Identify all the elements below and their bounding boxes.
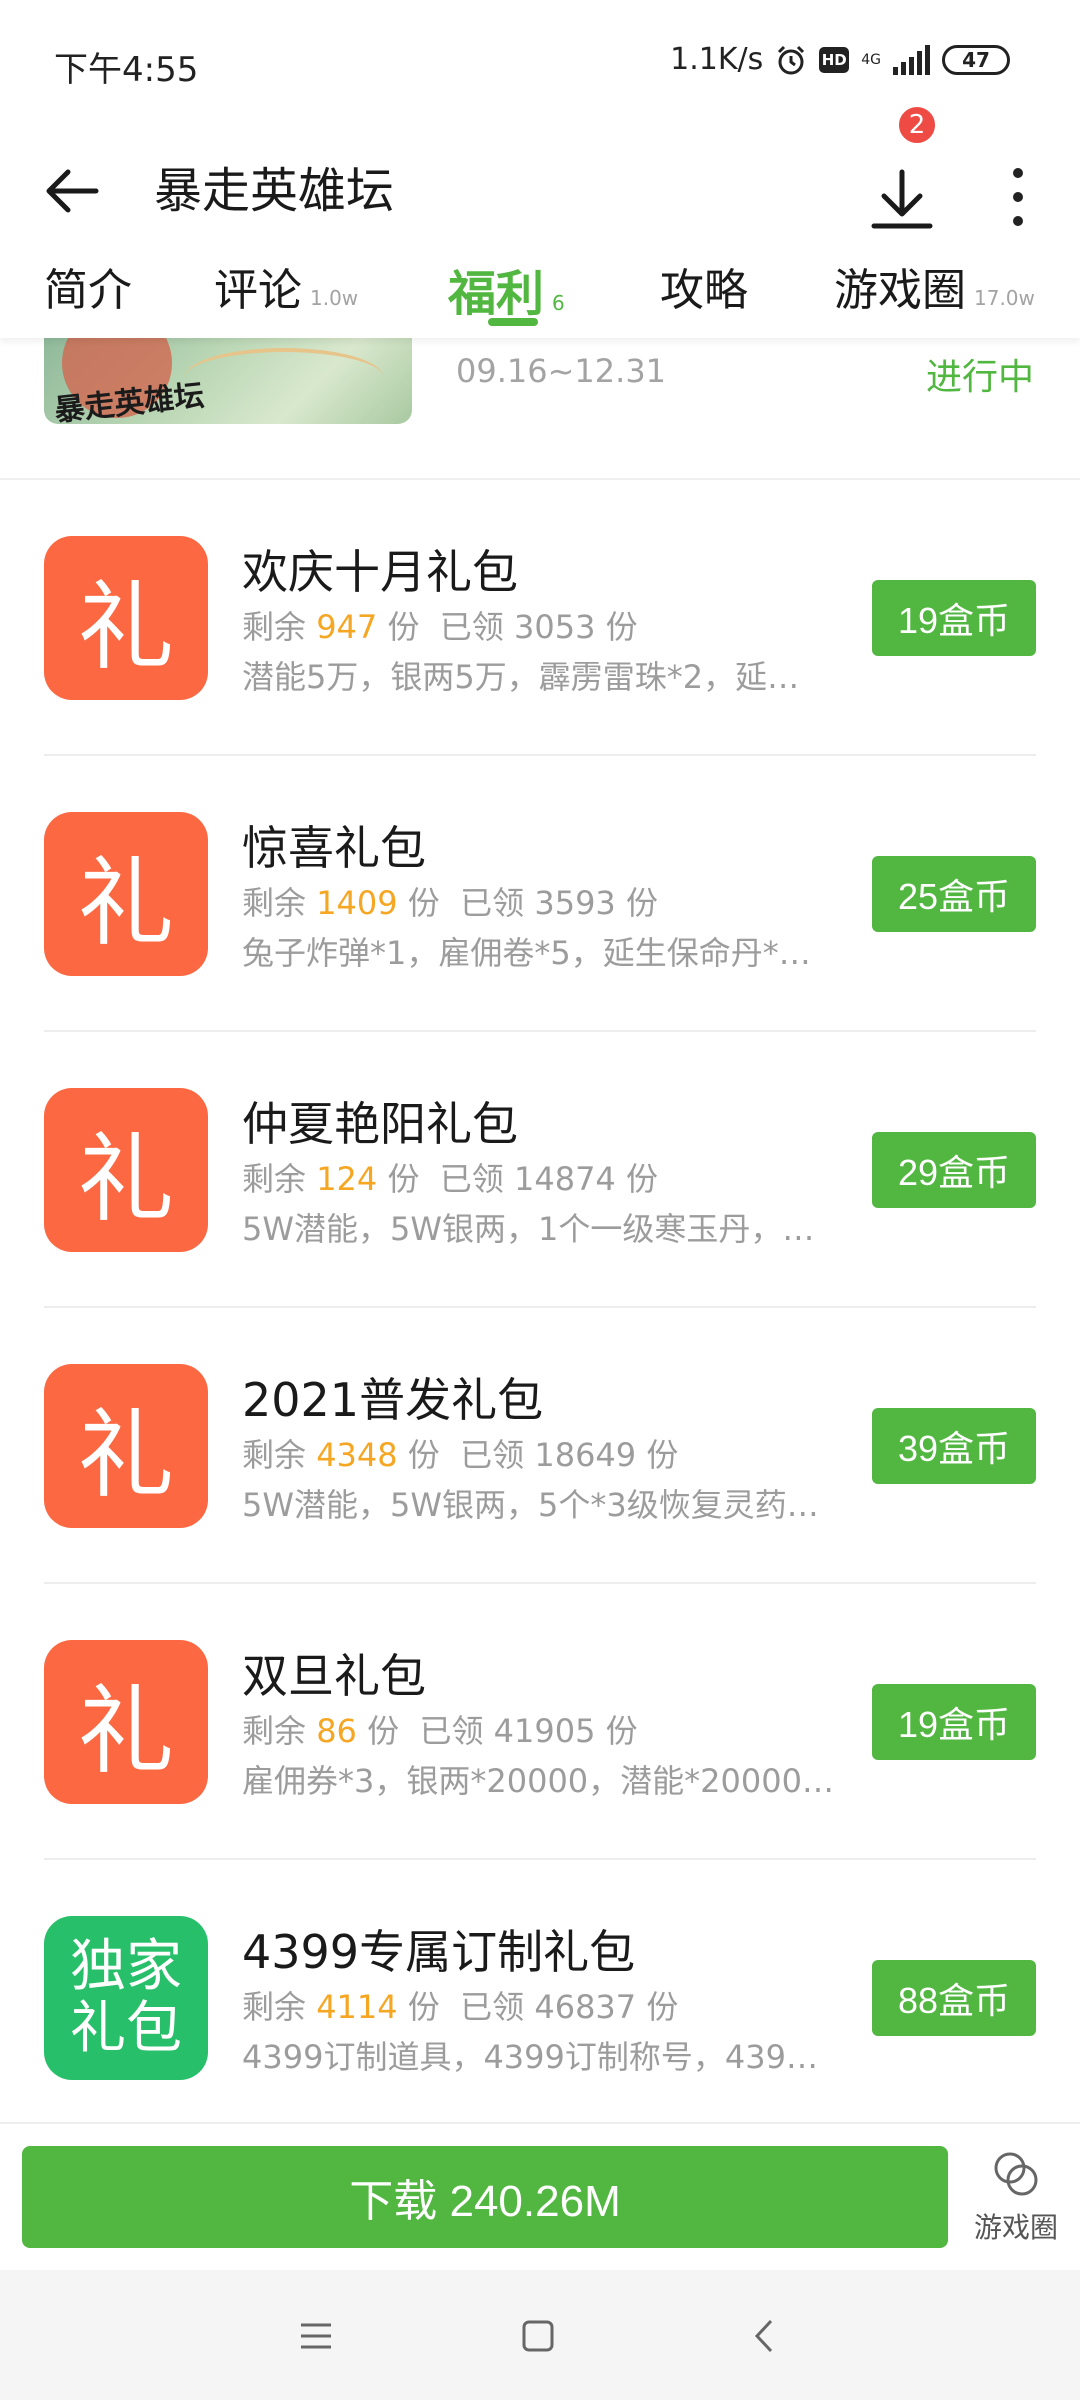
gift-description: 兔子炸弹*1，雇佣卷*5，延生保命丹*… [242, 934, 811, 972]
active-tab-indicator [488, 318, 538, 326]
gift-name: 仲夏艳阳礼包 [242, 1097, 518, 1151]
network-type-label: 4G [861, 51, 881, 68]
gift-icon-line: 独家 [70, 1934, 182, 1999]
gift-icon-line: 礼包 [70, 1996, 182, 2061]
gift-remaining: 124 [316, 1160, 378, 1198]
gift-claimed: 46837 [534, 1988, 637, 2026]
hd-icon: HD [819, 46, 850, 73]
gift-redeem-button[interactable]: 25盒币 [872, 856, 1036, 932]
game-circle-icon [994, 2152, 1038, 2196]
tab-intro[interactable]: 简介 [44, 254, 132, 338]
gift-description: 潜能5万，银两5万，霹雳雷珠*2，延… [242, 658, 800, 696]
download-game-button[interactable]: 下载 240.26M [22, 2146, 948, 2248]
gift-item[interactable]: 礼 欢庆十月礼包 剩余 947 份 已领 3053 份 潜能5万，银两5万，霹雳… [0, 480, 1080, 756]
gift-name: 双旦礼包 [242, 1649, 426, 1703]
gift-description: 5W潜能，5W银两，5个*3级恢复灵药… [242, 1486, 819, 1524]
bottom-action-bar: 下载 240.26M 游戏圈 [0, 2122, 1080, 2270]
tab-label: 游戏圈 [834, 265, 966, 316]
gift-item[interactable]: 礼 双旦礼包 剩余 86 份 已领 41905 份 雇佣券*3，银两*20000… [0, 1584, 1080, 1860]
gift-stats: 剩余 4114 份 已领 46837 份 [242, 1988, 679, 2026]
gift-icon: 礼 [44, 1088, 208, 1252]
gift-description: 雇佣券*3，银两*20000，潜能*20000… [242, 1762, 834, 1800]
download-icon[interactable] [864, 156, 940, 236]
gift-remaining: 947 [316, 608, 378, 646]
status-time: 下午4:55 [54, 50, 199, 90]
event-banner[interactable]: 暴走英雄坛 09.16~12.31 进行中 [0, 338, 1080, 480]
tab-bar: 简介 评论 1.0w 福利 6 攻略 游戏圈 17.0w [0, 246, 1080, 338]
gift-stats: 剩余 124 份 已领 14874 份 [242, 1160, 658, 1198]
gift-stats: 剩余 4348 份 已领 18649 份 [242, 1436, 679, 1474]
gift-icon: 礼 [44, 1640, 208, 1804]
tab-count: 17.0w [974, 286, 1035, 310]
tab-label: 福利 [448, 266, 545, 322]
gift-item[interactable]: 礼 惊喜礼包 剩余 1409 份 已领 3593 份 兔子炸弹*1，雇佣卷*5，… [0, 756, 1080, 1032]
alarm-icon [775, 44, 807, 76]
gift-remaining: 4348 [316, 1436, 398, 1474]
tab-guides[interactable]: 攻略 [660, 254, 748, 338]
gift-item[interactable]: 礼 2021普发礼包 剩余 4348 份 已领 18649 份 5W潜能，5W银… [0, 1308, 1080, 1584]
page-title: 暴走英雄坛 [154, 163, 395, 219]
menu-icon[interactable] [286, 2306, 346, 2366]
event-status: 进行中 [925, 357, 1034, 398]
tab-comments[interactable]: 评论 1.0w [214, 254, 358, 338]
gift-name: 2021普发礼包 [242, 1373, 544, 1427]
game-circle-link[interactable]: 游戏圈 [966, 2146, 1066, 2256]
tab-label: 攻略 [660, 265, 748, 316]
gift-remaining: 86 [316, 1712, 357, 1750]
tab-count: 6 [552, 291, 565, 315]
gift-name: 惊喜礼包 [242, 821, 426, 875]
gift-redeem-button[interactable]: 39盒币 [872, 1408, 1036, 1484]
event-banner-image: 暴走英雄坛 [44, 338, 412, 424]
gift-redeem-button[interactable]: 88盒币 [872, 1960, 1036, 2036]
gift-stats: 剩余 86 份 已领 41905 份 [242, 1712, 638, 1750]
battery-level: 47 [962, 47, 990, 72]
back-nav-icon[interactable] [734, 2306, 794, 2366]
gift-redeem-button[interactable]: 29盒币 [872, 1132, 1036, 1208]
gift-remaining: 4114 [316, 1988, 398, 2026]
gift-claimed: 14874 [513, 1160, 616, 1198]
gift-item[interactable]: 独家 礼包 4399专属订制礼包 剩余 4114 份 已领 46837 份 43… [0, 1860, 1080, 2136]
tab-label: 评论 [214, 265, 302, 316]
signal-icon [893, 44, 930, 75]
system-nav-bar [0, 2270, 1080, 2400]
gift-icon: 礼 [44, 812, 208, 976]
tab-label: 简介 [44, 265, 132, 316]
back-arrow-icon[interactable] [38, 156, 108, 226]
gift-claimed: 3593 [534, 884, 616, 922]
gift-redeem-button[interactable]: 19盒币 [872, 580, 1036, 656]
tab-game-circle[interactable]: 游戏圈 17.0w [834, 254, 1035, 338]
network-type-icon: 4G [861, 53, 881, 67]
gift-stats: 剩余 947 份 已领 3053 份 [242, 608, 638, 646]
gift-claimed: 18649 [534, 1436, 637, 1474]
gift-claimed: 41905 [493, 1712, 596, 1750]
event-date-range: 09.16~12.31 [456, 352, 667, 390]
battery-icon: 47 [942, 44, 1010, 75]
home-icon[interactable] [508, 2306, 568, 2366]
gift-remaining: 1409 [316, 884, 398, 922]
gift-icon: 礼 [44, 1364, 208, 1528]
tab-count: 1.0w [310, 286, 359, 310]
gift-redeem-button[interactable]: 19盒币 [872, 1684, 1036, 1760]
gift-name: 4399专属订制礼包 [242, 1925, 636, 1979]
net-speed: 1.1K/s [670, 42, 764, 77]
gift-description: 4399订制道具，4399订制称号，439… [242, 2038, 818, 2076]
status-indicators: 1.1K/s HD 4G 47 [670, 42, 1010, 77]
game-circle-label: 游戏圈 [973, 2211, 1058, 2244]
gift-name: 欢庆十月礼包 [242, 545, 518, 599]
exclusive-gift-icon: 独家 礼包 [44, 1916, 208, 2080]
gift-stats: 剩余 1409 份 已领 3593 份 [242, 884, 658, 922]
gift-claimed: 3053 [513, 608, 596, 646]
gift-icon: 礼 [44, 536, 208, 700]
gift-item[interactable]: 礼 仲夏艳阳礼包 剩余 124 份 已领 14874 份 5W潜能，5W银两，1… [0, 1032, 1080, 1308]
more-vertical-icon[interactable] [996, 162, 1040, 232]
gift-description: 5W潜能，5W银两，1个一级寒玉丹，… [242, 1210, 815, 1248]
download-count-badge: 2 [896, 104, 938, 146]
